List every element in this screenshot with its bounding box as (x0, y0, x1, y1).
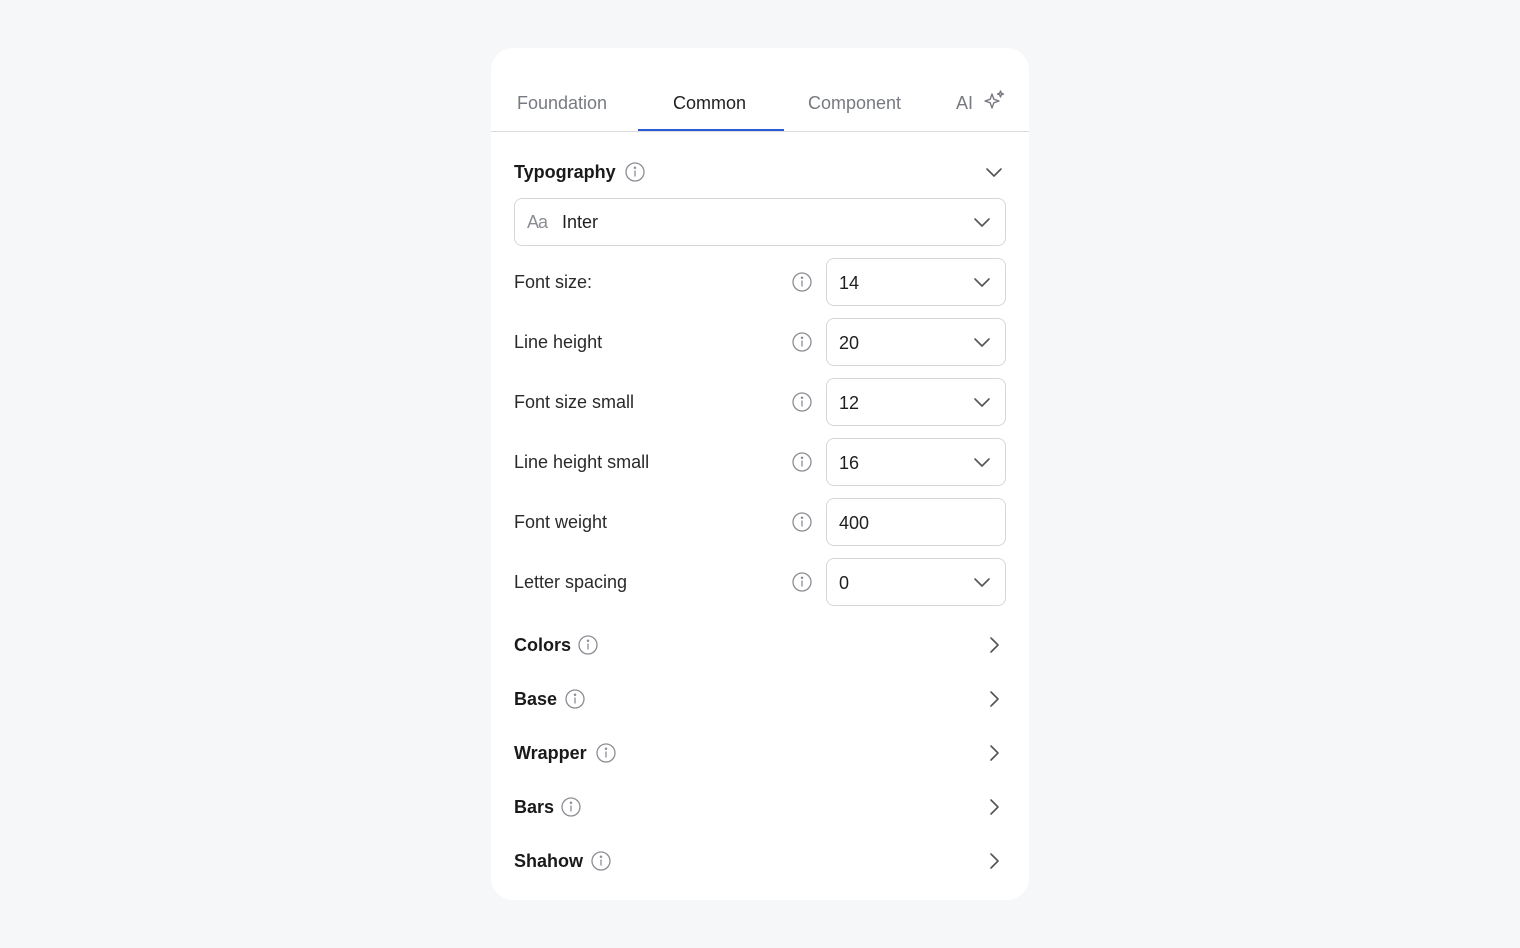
tab-ai[interactable]: AI (956, 91, 973, 115)
font-family-value: Inter (562, 212, 599, 232)
chevron-right-icon[interactable] (984, 851, 1004, 871)
base-title: Base (514, 689, 558, 709)
info-icon[interactable] (595, 742, 617, 764)
chevron-right-icon[interactable] (984, 797, 1004, 817)
line-height-small-value: 16 (839, 453, 860, 473)
font-size-small-select[interactable]: 12 (826, 378, 1006, 426)
chevron-right-icon[interactable] (984, 635, 1004, 655)
line-height-small-label: Line height small (514, 452, 650, 472)
font-size-select[interactable]: 14 (826, 258, 1006, 306)
font-weight-row: Font weight 400 (514, 498, 1006, 546)
bars-section-header[interactable]: Bars (514, 793, 1006, 821)
font-size-value: 14 (839, 273, 860, 293)
chevron-down-icon (974, 578, 990, 587)
line-height-small-row: Line height small 16 (514, 438, 1006, 486)
shadow-section-header[interactable]: Shahow (514, 847, 1006, 875)
info-icon[interactable] (791, 331, 813, 353)
info-icon[interactable] (560, 796, 582, 818)
info-icon[interactable] (791, 511, 813, 533)
font-weight-value: 400 (839, 513, 870, 533)
font-size-row: Font size: 14 (514, 258, 1006, 306)
chevron-down-icon (974, 398, 990, 407)
typography-title: Typography (514, 162, 616, 182)
font-size-small-row: Font size small 12 (514, 378, 1006, 426)
letter-spacing-select[interactable]: 0 (826, 558, 1006, 606)
info-icon[interactable] (791, 571, 813, 593)
info-icon[interactable] (577, 634, 599, 656)
letter-spacing-row: Letter spacing 0 (514, 558, 1006, 606)
font-family-select[interactable]: Aa Inter (514, 198, 1006, 246)
tab-common[interactable]: Common (673, 91, 746, 115)
info-icon[interactable] (564, 688, 586, 710)
active-tab-indicator (638, 129, 784, 131)
chevron-down-icon (974, 218, 990, 227)
font-size-label: Font size: (514, 272, 593, 292)
chevron-right-icon[interactable] (984, 743, 1004, 763)
info-icon[interactable] (791, 271, 813, 293)
shadow-title: Shahow (514, 851, 584, 871)
wrapper-section-header[interactable]: Wrapper (514, 739, 1006, 767)
font-icon: Aa (527, 212, 548, 232)
line-height-row: Line height 20 (514, 318, 1006, 366)
wrapper-title: Wrapper (514, 743, 587, 763)
base-section-header[interactable]: Base (514, 685, 1006, 713)
info-icon[interactable] (590, 850, 612, 872)
info-icon[interactable] (791, 391, 813, 413)
letter-spacing-value: 0 (839, 573, 850, 593)
line-height-label: Line height (514, 332, 603, 352)
line-height-select[interactable]: 20 (826, 318, 1006, 366)
line-height-value: 20 (839, 333, 860, 353)
colors-section-header[interactable]: Colors (514, 631, 1006, 659)
font-size-small-value: 12 (839, 393, 860, 413)
info-icon[interactable] (624, 161, 646, 183)
info-icon[interactable] (791, 451, 813, 473)
bars-title: Bars (514, 797, 555, 817)
sparkles-icon[interactable] (982, 89, 1006, 113)
font-weight-input[interactable]: 400 (826, 498, 1006, 546)
chevron-right-icon[interactable] (984, 689, 1004, 709)
theme-settings-panel: Foundation Common Component AI Typograph… (491, 48, 1029, 900)
typography-section-header[interactable]: Typography (514, 158, 1006, 186)
tab-component[interactable]: Component (808, 91, 901, 115)
chevron-down-icon[interactable] (984, 162, 1004, 182)
chevron-down-icon (974, 338, 990, 347)
font-weight-label: Font weight (514, 512, 608, 532)
colors-title: Colors (514, 635, 572, 655)
tab-foundation[interactable]: Foundation (517, 91, 607, 115)
chevron-down-icon (974, 278, 990, 287)
letter-spacing-label: Letter spacing (514, 572, 628, 592)
line-height-small-select[interactable]: 16 (826, 438, 1006, 486)
chevron-down-icon (974, 458, 990, 467)
tab-bar: Foundation Common Component AI (491, 48, 1029, 132)
font-size-small-label: Font size small (514, 392, 635, 412)
